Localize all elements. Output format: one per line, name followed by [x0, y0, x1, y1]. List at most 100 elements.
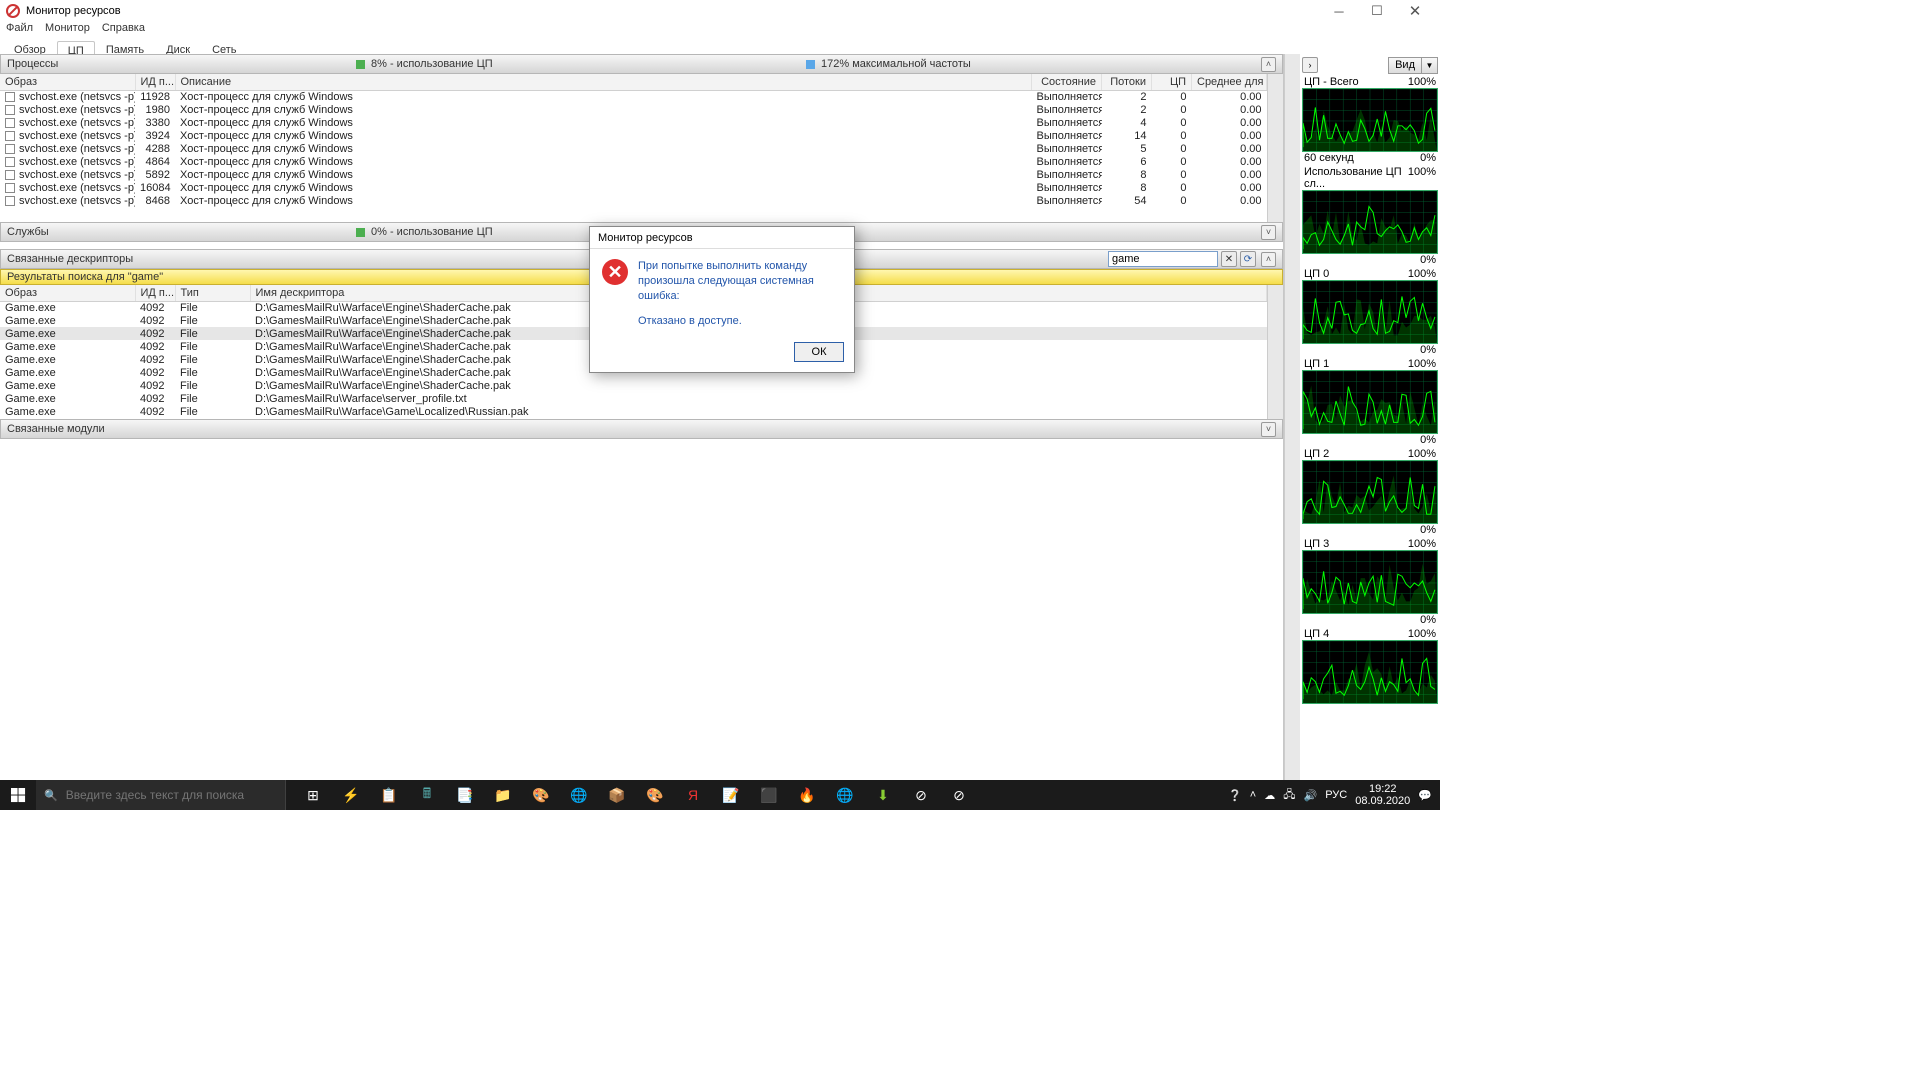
main-scrollbar[interactable]: [1284, 54, 1300, 780]
pinned-app-11[interactable]: 📝: [714, 780, 748, 810]
col-image[interactable]: Образ: [0, 74, 135, 90]
menu-file[interactable]: Файл: [6, 22, 33, 39]
network-icon[interactable]: 🖧: [1283, 786, 1295, 805]
pinned-app-5[interactable]: 📁: [486, 780, 520, 810]
start-button[interactable]: [0, 780, 36, 810]
pinned-app-14[interactable]: 🌐: [828, 780, 862, 810]
view-dropdown-icon[interactable]: ▼: [1422, 57, 1438, 74]
modules-expand-icon[interactable]: ˅: [1261, 422, 1276, 437]
view-button[interactable]: Вид: [1388, 57, 1422, 74]
col-pid[interactable]: ИД п...: [135, 74, 175, 90]
pinned-app-16[interactable]: ⊘: [904, 780, 938, 810]
processes-label: Процессы: [7, 58, 58, 70]
table-row[interactable]: svchost.exe (netsvcs -p)1980Хост-процесс…: [0, 103, 1267, 116]
col-cpu[interactable]: ЦП: [1152, 74, 1192, 90]
menu-help[interactable]: Справка: [102, 22, 145, 39]
processes-table[interactable]: Образ ИД п... Описание Состояние Потоки …: [0, 74, 1267, 222]
menu-monitor[interactable]: Монитор: [45, 22, 90, 39]
processes-header[interactable]: Процессы 8% - использование ЦП 172% макс…: [0, 54, 1283, 74]
dialog-message-1: При попытке выполнить команду произошла …: [638, 259, 842, 304]
table-row[interactable]: Game.exe4092FileD:\GamesMailRu\Warface\G…: [0, 405, 1267, 418]
pinned-app-13[interactable]: 🔥: [790, 780, 824, 810]
handles-search-input[interactable]: [1108, 251, 1218, 267]
col-state[interactable]: Состояние: [1032, 74, 1102, 90]
help-icon[interactable]: ❔: [1228, 789, 1242, 802]
tray-chevron-icon[interactable]: ˄: [1250, 789, 1256, 801]
lang-indicator[interactable]: РУС: [1325, 789, 1347, 801]
task-view-icon[interactable]: ⊞: [296, 780, 330, 810]
pinned-app-15[interactable]: ⬇: [866, 780, 900, 810]
table-row[interactable]: svchost.exe (netsvcs -p)3924Хост-процесс…: [0, 129, 1267, 142]
table-row[interactable]: svchost.exe (netsvcs -p)8468Хост-процесс…: [0, 194, 1267, 207]
expand-icon[interactable]: ˅: [1261, 225, 1276, 240]
search-icon[interactable]: ⟳: [1240, 251, 1256, 267]
table-row[interactable]: svchost.exe (netsvcs -p)4864Хост-процесс…: [0, 155, 1267, 168]
cpu-graph: ЦП 0100% 0%: [1302, 268, 1438, 356]
table-row[interactable]: svchost.exe (netsvcs -p)16084Хост-процес…: [0, 181, 1267, 194]
table-row[interactable]: Game.exe4092FileD:\GamesMailRu\Warface\s…: [0, 392, 1267, 405]
pinned-app-4[interactable]: 📑: [448, 780, 482, 810]
error-icon: ✕: [602, 259, 628, 285]
window-title: Монитор ресурсов: [26, 5, 121, 17]
dialog-title: Монитор ресурсов: [590, 227, 854, 249]
col-threads[interactable]: Потоки: [1102, 74, 1152, 90]
pinned-app-9[interactable]: 🎨: [638, 780, 672, 810]
cpu-graph: ЦП 2100% 0%: [1302, 448, 1438, 536]
dialog-ok-button[interactable]: ОК: [794, 342, 844, 362]
dialog-message-2: Отказано в доступе.: [638, 314, 842, 329]
volume-icon[interactable]: 🔊: [1304, 789, 1318, 802]
cpu-graph: ЦП 4100%: [1302, 628, 1438, 704]
svc-cpu-label: 0% - использование ЦП: [371, 226, 493, 238]
minimize-button[interactable]: ─: [1320, 0, 1358, 22]
cpu-graph: ЦП - Всего100% 60 секунд0%: [1302, 76, 1438, 164]
pinned-app-8[interactable]: 📦: [600, 780, 634, 810]
cpu-freq-label: 172% максимальной частоты: [821, 58, 971, 70]
maximize-button[interactable]: ☐: [1358, 0, 1396, 22]
svc-led-icon: [356, 228, 365, 237]
col-avgcpu[interactable]: Среднее для ЦП: [1192, 74, 1267, 90]
empty-area: [0, 439, 1283, 780]
pinned-app-10[interactable]: Я: [676, 780, 710, 810]
pinned-app-7[interactable]: 🌐: [562, 780, 596, 810]
taskbar-search-input[interactable]: [66, 788, 277, 802]
taskbar-search[interactable]: 🔍: [36, 780, 286, 810]
onedrive-icon[interactable]: ☁: [1264, 789, 1275, 802]
handles-label: Связанные дескрипторы: [7, 253, 133, 265]
pinned-app-12[interactable]: ⬛: [752, 780, 786, 810]
hcol-image[interactable]: Образ: [0, 285, 135, 301]
pinned-app-6[interactable]: 🎨: [524, 780, 558, 810]
hcol-type[interactable]: Тип: [175, 285, 250, 301]
table-row[interactable]: svchost.exe (netsvcs -p)4288Хост-процесс…: [0, 142, 1267, 155]
title-bar: Монитор ресурсов ─ ☐ ✕: [0, 0, 1440, 22]
processes-scrollbar[interactable]: [1267, 74, 1283, 222]
error-dialog: Монитор ресурсов ✕ При попытке выполнить…: [589, 226, 855, 373]
search-icon: 🔍: [44, 789, 58, 802]
modules-header[interactable]: Связанные модули ˅: [0, 419, 1283, 439]
close-button[interactable]: ✕: [1396, 0, 1434, 22]
pinned-app-1[interactable]: ⚡: [334, 780, 368, 810]
table-row[interactable]: Game.exe4092FileD:\GamesMailRu\Warface\E…: [0, 379, 1267, 392]
collapse-icon[interactable]: ˄: [1261, 57, 1276, 72]
clock[interactable]: 19:22 08.09.2020: [1355, 783, 1410, 807]
graphs-collapse-icon[interactable]: ›: [1302, 57, 1318, 73]
cpu-graph: ЦП 3100% 0%: [1302, 538, 1438, 626]
taskbar: 🔍 ⊞ ⚡ 📋 🖩 📑 📁 🎨 🌐 📦 🎨 Я 📝 ⬛ 🔥 🌐 ⬇ ⊘ ⊘ ❔ …: [0, 780, 1440, 810]
handles-scrollbar[interactable]: [1267, 285, 1283, 419]
table-row[interactable]: svchost.exe (netsvcs -p)5892Хост-процесс…: [0, 168, 1267, 181]
pinned-app-17[interactable]: ⊘: [942, 780, 976, 810]
pinned-app-3[interactable]: 🖩: [410, 780, 444, 810]
hcol-pid[interactable]: ИД п...: [135, 285, 175, 301]
cpu-graph: Использование ЦП сл...100% 0%: [1302, 166, 1438, 266]
table-row[interactable]: svchost.exe (netsvcs -p)11928Хост-процес…: [0, 90, 1267, 103]
cpu-graph: ЦП 1100% 0%: [1302, 358, 1438, 446]
services-label: Службы: [7, 226, 49, 238]
handles-collapse-icon[interactable]: ˄: [1261, 252, 1276, 267]
search-results-label: Результаты поиска для "game": [7, 271, 163, 283]
clear-search-icon[interactable]: ✕: [1221, 251, 1237, 267]
app-icon: [6, 4, 20, 18]
notifications-icon[interactable]: 💬: [1418, 789, 1432, 802]
table-row[interactable]: svchost.exe (netsvcs -p)3380Хост-процесс…: [0, 116, 1267, 129]
col-desc[interactable]: Описание: [175, 74, 1032, 90]
graphs-panel: › Вид ▼ ЦП - Всего100% 60 секунд0%Исполь…: [1300, 54, 1440, 780]
pinned-app-2[interactable]: 📋: [372, 780, 406, 810]
